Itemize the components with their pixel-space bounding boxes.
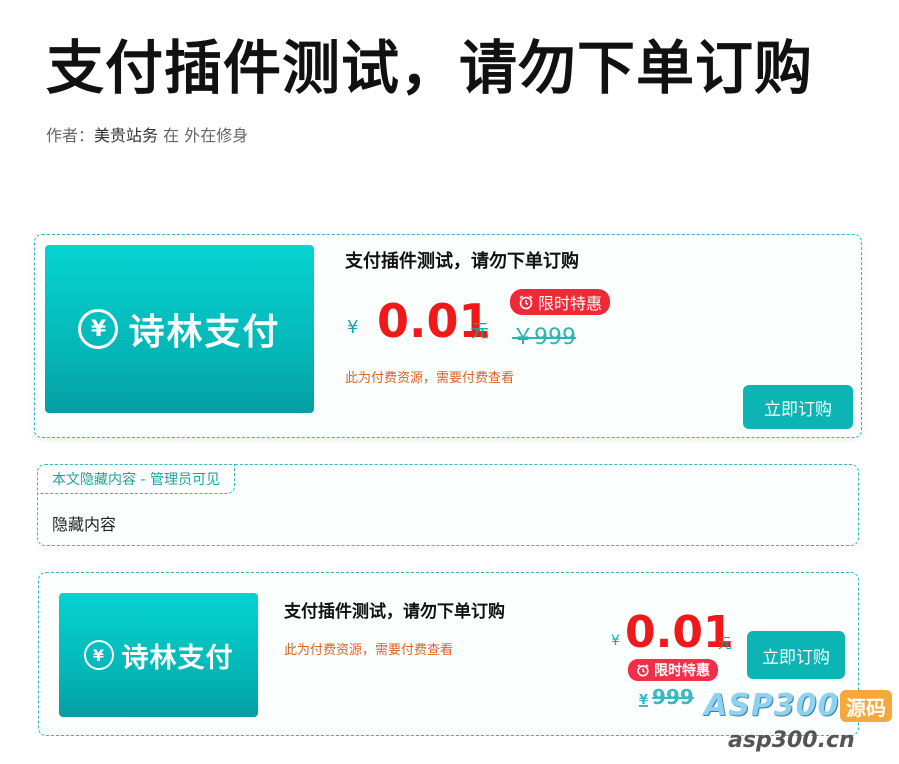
price-unit: 元 — [718, 636, 732, 652]
currency-symbol: ¥ — [347, 317, 359, 338]
paid-resource-note: 此为付费资源，需要付费查看 — [284, 643, 454, 658]
yen-coin-icon: ¥ — [83, 640, 114, 670]
cover-brand-text: 诗林支付 — [128, 312, 281, 353]
product-cover-image: ¥ 诗林支付 — [59, 593, 258, 717]
alarm-clock-icon — [636, 663, 650, 677]
site-watermark: ASP300 源码 asp300.cn — [704, 688, 894, 758]
limited-offer-badge: 限时特惠 — [628, 659, 718, 681]
currency-symbol: ¥ — [611, 633, 620, 649]
page-title: 支付插件测试，请勿下单订购 — [46, 34, 814, 102]
original-price: ￥999 — [512, 325, 576, 350]
hidden-content-text: 隐藏内容 — [52, 515, 117, 534]
original-price-value: 999 — [652, 685, 694, 709]
product-title: 支付插件测试，请勿下单订购 — [284, 602, 505, 622]
product-cover-image: ¥ 诗林支付 — [45, 245, 314, 413]
watermark-url: asp300.cn — [728, 728, 855, 753]
original-currency: ¥ — [639, 693, 649, 708]
badge-label: 限时特惠 — [654, 663, 710, 679]
alarm-clock-icon — [518, 294, 534, 310]
cover-brand-text: 诗林支付 — [121, 642, 234, 674]
price-unit: 元 — [471, 321, 489, 342]
watermark-brand: ASP300 — [704, 688, 840, 723]
yen-coin-icon: ¥ — [78, 309, 119, 349]
limited-offer-badge: 限时特惠 — [510, 289, 611, 315]
product-title: 支付插件测试，请勿下单订购 — [345, 251, 579, 272]
hidden-content-box: 本文隐藏内容 - 管理员可见 隐藏内容 — [37, 464, 859, 546]
byline: 作者：美贵站务 在 外在修身 — [46, 122, 248, 146]
original-price: ¥999 — [639, 685, 694, 709]
badge-label: 限时特惠 — [538, 294, 603, 313]
watermark-badge: 源码 — [840, 690, 892, 722]
byline-prefix: 作者： — [46, 126, 95, 145]
pay-card-large: ¥ 诗林支付 支付插件测试，请勿下单订购 ¥ 0.01 元 限时特惠 ￥999 … — [34, 234, 862, 438]
buy-now-button[interactable]: 立即订购 — [747, 631, 845, 679]
paid-resource-note: 此为付费资源，需要付费查看 — [345, 371, 515, 386]
buy-now-button[interactable]: 立即订购 — [743, 385, 853, 429]
byline-suffix: 在 外在修身 — [158, 126, 249, 145]
author-link[interactable]: 美贵站务 — [94, 126, 158, 145]
hidden-content-tab: 本文隐藏内容 - 管理员可见 — [37, 464, 235, 494]
